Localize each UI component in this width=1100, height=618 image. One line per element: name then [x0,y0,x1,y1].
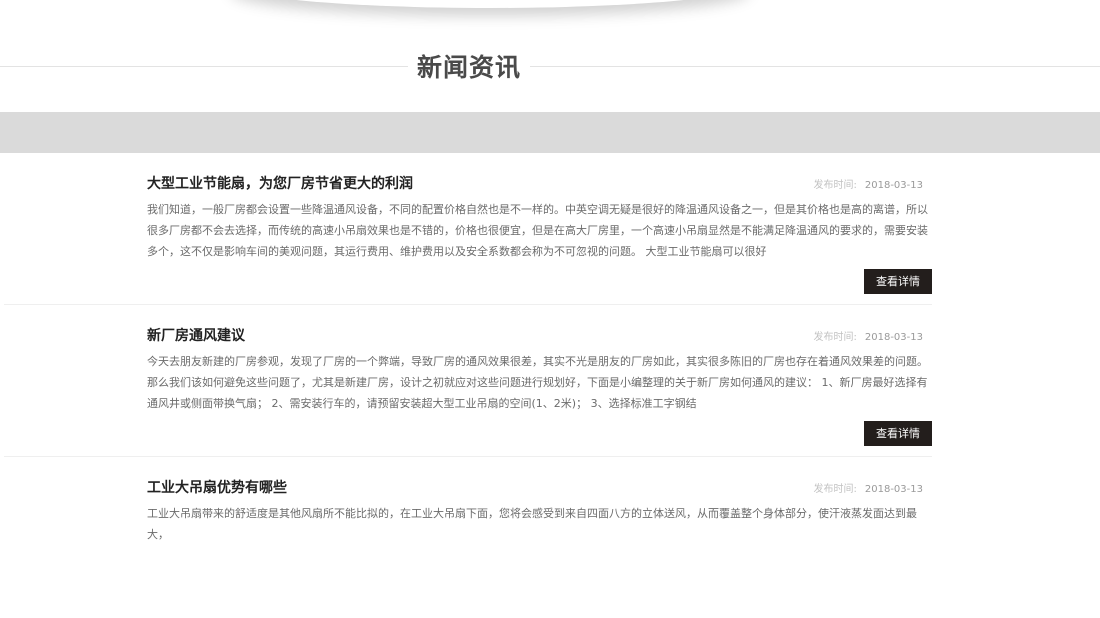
section-header: 新闻资讯 [0,42,1100,90]
date-label: 发布时间: [813,484,857,495]
news-summary: 我们知道，一般厂房都会设置一些降温通风设备，不同的配置价格自然也是不一样的。中英… [147,203,928,258]
top-shadow-decoration [230,0,750,8]
date-value: 2018-03-13 [864,484,923,495]
page: 新闻资讯 大型工业节能扇，为您厂房节省更大的利润 发布时间: 2018-03-13… [0,0,1100,618]
date-label: 发布时间: [813,180,857,191]
news-summary: 今天去朋友新建的厂房参观，发现了厂房的一个弊端，导致厂房的通风效果很差，其实不光… [147,355,928,410]
date-value: 2018-03-13 [864,180,923,191]
news-date: 发布时间: 2018-03-13 [814,480,924,495]
header-divider-right [530,66,1100,67]
category-band [0,112,1100,153]
news-title[interactable]: 大型工业节能扇，为您厂房节省更大的利润 [147,173,413,193]
section-title: 新闻资讯 [416,53,521,82]
news-item: 新厂房通风建议 发布时间: 2018-03-13 今天去朋友新建的厂房参观，发现了… [0,305,1100,457]
news-item: 大型工业节能扇，为您厂房节省更大的利润 发布时间: 2018-03-13 我们知道… [0,153,1100,305]
header-divider-left [0,66,408,67]
news-title[interactable]: 工业大吊扇优势有哪些 [147,477,287,497]
date-label: 发布时间: [813,332,857,343]
news-list: 大型工业节能扇，为您厂房节省更大的利润 发布时间: 2018-03-13 我们知道… [0,153,1100,609]
news-summary: 工业大吊扇带来的舒适度是其他风扇所不能比拟的，在工业大吊扇下面，您将会感受到来自… [147,507,917,541]
news-item: 工业大吊扇优势有哪些 发布时间: 2018-03-13 工业大吊扇带来的舒适度是其… [0,457,1100,609]
view-details-button[interactable]: 查看详情 [864,269,932,294]
view-details-button[interactable]: 查看详情 [864,421,932,446]
news-date: 发布时间: 2018-03-13 [814,328,924,343]
news-date: 发布时间: 2018-03-13 [814,176,924,191]
date-value: 2018-03-13 [864,332,923,343]
news-title[interactable]: 新厂房通风建议 [147,325,245,345]
